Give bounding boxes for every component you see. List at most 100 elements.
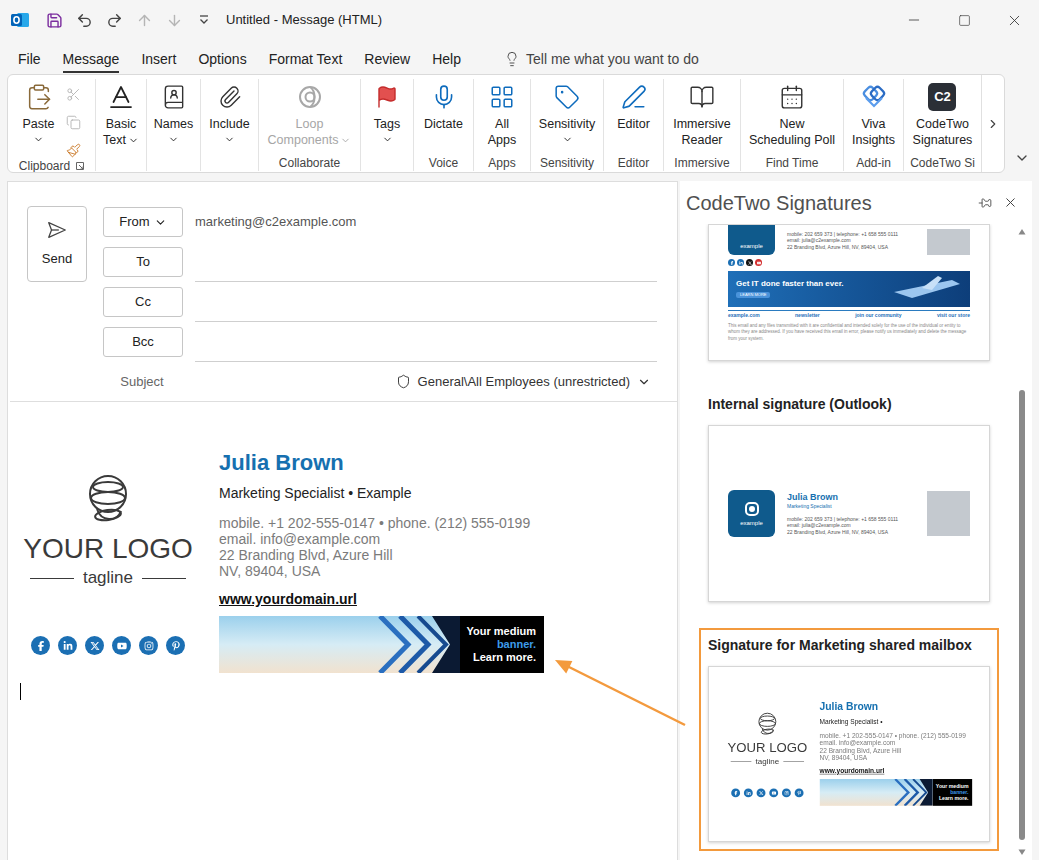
address-button[interactable]: Bcc: [103, 327, 183, 357]
minimize-button[interactable]: [889, 0, 939, 40]
clipboard-tool-button[interactable]: [66, 86, 82, 102]
address-field[interactable]: [195, 322, 657, 362]
menu-tab[interactable]: Options: [187, 44, 257, 74]
ribbon-scroll-button[interactable]: [981, 75, 1004, 172]
paste-icon: [25, 83, 53, 111]
signature-preview[interactable]: exampleJulia BrownMarketing Specialistmo…: [708, 425, 990, 602]
social-link[interactable]: [756, 788, 765, 797]
ribbon-group-label: Editor: [604, 155, 663, 171]
banner-chevrons-icon: [890, 779, 932, 806]
quick-access-button[interactable]: [104, 8, 124, 32]
template-item[interactable]: examplemobile: 202 659 373 | telephone: …: [699, 224, 999, 370]
social-link[interactable]: [743, 788, 752, 797]
signature-website[interactable]: www.yourdomain.url: [819, 767, 972, 775]
pin-icon: [978, 196, 992, 210]
signature-banner[interactable]: Your mediumbanner.Learn more.: [819, 779, 972, 806]
sensitivity-label-button[interactable]: General\All Employees (unrestricted): [396, 372, 651, 392]
ribbon-button[interactable]: Editor: [617, 80, 651, 132]
social-link[interactable]: [58, 636, 77, 655]
ribbon-button[interactable]: Include: [209, 80, 249, 145]
signature-website[interactable]: www.yourdomain.url: [219, 590, 544, 608]
signature-banner[interactable]: Your mediumbanner.Learn more.: [219, 616, 544, 673]
ribbon-button[interactable]: Paste: [22, 80, 56, 145]
address-field[interactable]: [195, 282, 657, 322]
social-link[interactable]: [769, 788, 778, 797]
menu-tab[interactable]: Help: [421, 44, 472, 74]
preview-banner-plane-icon: [892, 274, 962, 304]
address-field[interactable]: marketing@c2example.com: [195, 202, 657, 242]
quick-access-button[interactable]: [74, 8, 94, 32]
ribbon-button-label: Editor: [617, 116, 650, 132]
viva-insights-icon: [860, 83, 888, 111]
quick-access-button[interactable]: [44, 8, 64, 32]
close-pane-button[interactable]: [1000, 193, 1020, 213]
template-item[interactable]: Signature for Marketing shared mailboxYO…: [699, 628, 999, 851]
menu-tab[interactable]: Format Text: [258, 44, 354, 74]
scroll-down-icon[interactable]: [1018, 848, 1026, 856]
ribbon-button[interactable]: Dictate: [424, 80, 463, 132]
ribbon: PasteClipboardBasicTextNamesIncludeLoopC…: [7, 74, 1005, 173]
social-link[interactable]: [85, 636, 104, 655]
youtube-icon: [757, 261, 761, 265]
preview-disclaimer: This email and any files transmitted wit…: [728, 323, 970, 343]
tell-me-search[interactable]: Tell me what you want to do: [504, 44, 699, 74]
linkedin-icon: [745, 791, 750, 796]
preview-contacts: mobile: 202 659 373 | telephone: +1 658 …: [787, 231, 898, 256]
scroll-up-icon[interactable]: [1018, 228, 1026, 236]
quick-access-button[interactable]: [134, 8, 154, 32]
social-link[interactable]: [139, 636, 158, 655]
address-button[interactable]: From: [103, 207, 183, 237]
social-icons: [31, 636, 185, 655]
menu-tab[interactable]: Review: [353, 44, 421, 74]
menu-tab[interactable]: Insert: [130, 44, 187, 74]
dialog-launcher-icon[interactable]: [76, 162, 84, 170]
close-icon: [1003, 195, 1018, 210]
send-button[interactable]: Send: [27, 206, 87, 282]
ribbon-button[interactable]: Names: [154, 80, 194, 145]
subject-row: SubjectGeneral\All Employees (unrestrict…: [10, 362, 677, 402]
pane-scrollbar[interactable]: [1016, 224, 1028, 860]
ribbon-button[interactable]: ImmersiveReader: [673, 80, 731, 148]
address-button[interactable]: To: [103, 247, 183, 277]
menu-tab[interactable]: Message: [52, 44, 131, 74]
social-link[interactable]: [781, 788, 790, 797]
clipboard-tool-button[interactable]: [66, 114, 82, 130]
ribbon-button[interactable]: Tags: [370, 80, 404, 145]
quick-access-button[interactable]: [194, 8, 214, 32]
pane-title: CodeTwo Signatures: [686, 188, 872, 218]
immersive-reader-icon: [689, 84, 715, 110]
pin-pane-button[interactable]: [975, 193, 995, 213]
address-row: Cc: [103, 282, 657, 322]
signature-preview[interactable]: YOUR LOGOtaglineJulia BrownMarketing Spe…: [708, 666, 990, 842]
ribbon-button[interactable]: AllApps: [485, 80, 519, 148]
address-button[interactable]: Cc: [103, 287, 183, 317]
ribbon-button[interactable]: LoopComponents: [268, 80, 352, 148]
quick-access-button[interactable]: [164, 8, 184, 32]
ribbon-button-label: Sensitivity: [539, 116, 595, 145]
signature-name: Julia Brown: [219, 450, 544, 476]
template-item[interactable]: Internal signature (Outlook)exampleJulia…: [699, 387, 999, 611]
social-link[interactable]: [731, 788, 740, 797]
menu-tab[interactable]: File: [7, 44, 52, 74]
collapse-ribbon-button[interactable]: [1013, 149, 1031, 167]
facebook-icon: [36, 641, 46, 651]
ribbon-button[interactable]: NewScheduling Poll: [749, 80, 835, 148]
ribbon-button[interactable]: VivaInsights: [852, 80, 895, 148]
ribbon-button-label: Tags: [374, 116, 400, 145]
message-body[interactable]: YOUR LOGOtaglineJulia BrownMarketing Spe…: [8, 402, 677, 700]
signature-preview[interactable]: examplemobile: 202 659 373 | telephone: …: [708, 224, 990, 361]
clipboard-tool-button[interactable]: [66, 142, 82, 158]
ribbon-button[interactable]: BasicText: [103, 80, 139, 148]
social-link[interactable]: [31, 636, 50, 655]
preview-title: Marketing Specialist: [787, 503, 898, 509]
banner-photo: [819, 779, 932, 806]
social-link[interactable]: [112, 636, 131, 655]
ribbon-button[interactable]: C2CodeTwoSignatures: [913, 80, 973, 148]
social-link[interactable]: [166, 636, 185, 655]
scrollbar-thumb[interactable]: [1019, 390, 1025, 840]
ribbon-button[interactable]: Sensitivity: [539, 80, 595, 145]
close-button[interactable]: [989, 0, 1039, 40]
maximize-button[interactable]: [939, 0, 989, 40]
social-link[interactable]: [794, 788, 803, 797]
address-field[interactable]: [195, 242, 657, 282]
